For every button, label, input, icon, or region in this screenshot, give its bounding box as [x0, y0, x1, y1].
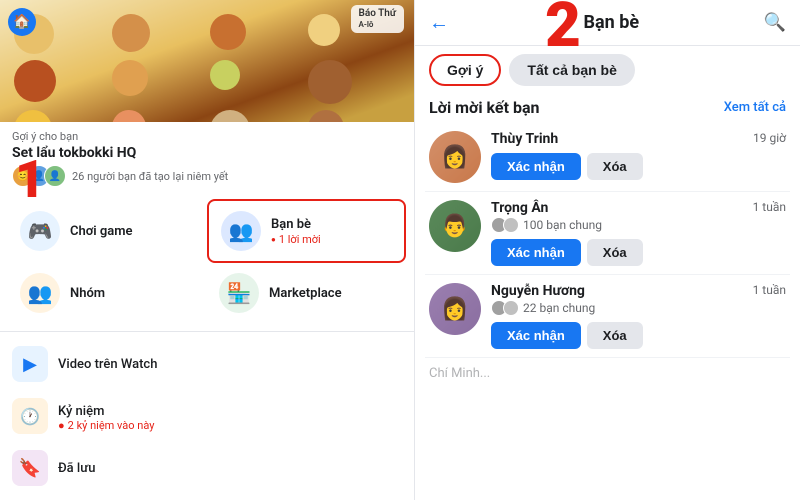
game-icon: 🎮 [20, 211, 60, 251]
tabs-row: Gợi ý Tất cả bạn bè [415, 46, 800, 94]
avatars-row: 😊 👤 👤 26 người bạn đã tạo lại niêm yết [12, 165, 402, 187]
mutual-av-2 [503, 217, 519, 233]
delete-nguyen-huong[interactable]: Xóa [587, 322, 643, 349]
time-nguyen-huong: 1 tuần [753, 283, 786, 297]
more-items-hint: Chí Minh... [425, 358, 790, 389]
delete-trong-an[interactable]: Xóa [587, 239, 643, 266]
avatar-thuy-trinh: 👩 [429, 131, 481, 183]
step-label-1: 1 [15, 154, 45, 206]
mini-avatar-3: 👤 [44, 165, 66, 187]
menu-grid: 🎮 Chơi game 👥 Bạn bè 1 lời mời 👥 Nhóm 🏪 … [0, 191, 414, 331]
time-trong-an: 1 tuần [753, 200, 786, 214]
friend-request-thuy-trinh: 👩 Thùy Trinh Xác nhận Xóa 19 giờ [425, 123, 790, 192]
menu-item-marketplace[interactable]: 🏪 Marketplace [207, 263, 406, 323]
name-thuy-trinh: Thùy Trinh [491, 131, 743, 147]
avatar-trong-an: 👨 [429, 200, 481, 252]
menu-label-marketplace: Marketplace [269, 286, 342, 301]
section-header: Lời mời kết bạn Xem tất cả [415, 94, 800, 123]
menu-item-ban-be[interactable]: 👥 Bạn bè 1 lời mời [207, 199, 406, 263]
food-ball-5 [14, 60, 56, 102]
groups-icon: 👥 [20, 273, 60, 313]
food-ball-4 [308, 14, 340, 46]
food-ball-11 [210, 110, 250, 122]
info-nguyen-huong: Nguyễn Hương 22 bạn chung Xác nhận Xóa [491, 283, 743, 349]
accept-nguyen-huong[interactable]: Xác nhận [491, 322, 581, 349]
card-info: Gợi ý cho bạn Set lẩu tokbokki HQ 😊 👤 👤 … [0, 122, 414, 191]
bottom-item-ky-niem[interactable]: 🕐 Kỷ niệm ● 2 kỷ niệm vào này [12, 390, 402, 442]
menu-label-game: Chơi game [70, 224, 133, 239]
menu-label-wrap-nhom: Nhóm [70, 286, 105, 301]
left-panel: Báo ThứA-lô 🏠 Gợi ý cho bạn Set lẩu tokb… [0, 0, 415, 500]
info-trong-an: Trọng Ân 100 bạn chung Xác nhận Xóa [491, 200, 743, 266]
home-icon: 🏠 [8, 8, 36, 36]
food-ball-7 [210, 60, 240, 90]
search-button[interactable]: 🔍 [764, 12, 786, 33]
delete-thuy-trinh[interactable]: Xóa [587, 153, 643, 180]
video-label: Video trên Watch [58, 357, 157, 372]
accept-thuy-trinh[interactable]: Xác nhận [491, 153, 581, 180]
food-image-area: Báo ThứA-lô 🏠 [0, 0, 414, 122]
food-brand-overlay: Báo ThứA-lô [351, 5, 404, 33]
food-ball-10 [112, 110, 146, 122]
name-nguyen-huong: Nguyễn Hương [491, 283, 743, 299]
menu-label-wrap-marketplace: Marketplace [269, 286, 342, 301]
right-header: ← Bạn bè 🔍 2 [415, 0, 800, 46]
ky-niem-badge: ● 2 kỷ niệm vào này [58, 419, 154, 432]
see-all-link[interactable]: Xem tất cả [724, 100, 786, 115]
section-title: Lời mời kết bạn [429, 98, 539, 117]
friends-badge: 1 lời mời [271, 233, 321, 246]
mutual-trong-an: 100 bạn chung [491, 217, 743, 233]
bottom-item-da-luu[interactable]: 🔖 Đã lưu [12, 442, 402, 494]
menu-label-wrap-game: Chơi game [70, 224, 133, 239]
avatar-nguyen-huong: 👩 [429, 283, 481, 335]
right-panel: ← Bạn bè 🔍 2 Gợi ý Tất cả bạn bè Lời mời… [415, 0, 800, 500]
food-ball-2 [112, 14, 150, 52]
left-bottom-items: ▶ Video trên Watch 🕐 Kỷ niệm ● 2 kỷ niệm… [0, 331, 414, 500]
card-title: Set lẩu tokbokki HQ [12, 145, 402, 161]
time-thuy-trinh: 19 giờ [753, 131, 786, 145]
mutual-avatars-nguyen-huong [491, 300, 519, 316]
friend-requests-list: 👩 Thùy Trinh Xác nhận Xóa 19 giờ 👨 Trọng… [415, 123, 800, 500]
mutual-nguyen-huong: 22 bạn chung [491, 300, 743, 316]
food-ball-12 [308, 110, 344, 122]
actions-nguyen-huong: Xác nhận Xóa [491, 322, 743, 349]
menu-item-nhom[interactable]: 👥 Nhóm [8, 263, 207, 323]
saved-icon: 🔖 [12, 450, 48, 486]
friend-request-nguyen-huong: 👩 Nguyễn Hương 22 bạn chung Xác nhận Xóa… [425, 275, 790, 358]
food-ball-6 [112, 60, 148, 96]
info-thuy-trinh: Thùy Trinh Xác nhận Xóa [491, 131, 743, 180]
memories-icon: 🕐 [12, 398, 48, 434]
actions-trong-an: Xác nhận Xóa [491, 239, 743, 266]
menu-label-nhom: Nhóm [70, 286, 105, 301]
friends-count: 26 người bạn đã tạo lại niêm yết [72, 170, 228, 183]
food-ball-3 [210, 14, 246, 50]
bottom-item-video[interactable]: ▶ Video trên Watch [12, 338, 402, 390]
menu-label-wrap-friends: Bạn bè 1 lời mời [271, 217, 321, 246]
food-ball-8 [308, 60, 352, 104]
friend-request-trong-an: 👨 Trọng Ân 100 bạn chung Xác nhận Xóa 1 … [425, 192, 790, 275]
goi-y-label: Gợi ý cho bạn [12, 130, 402, 143]
marketplace-icon: 🏪 [219, 273, 259, 313]
video-icon: ▶ [12, 346, 48, 382]
mutual-av-4 [503, 300, 519, 316]
mutual-avatars-trong-an [491, 217, 519, 233]
actions-thuy-trinh: Xác nhận Xóa [491, 153, 743, 180]
menu-label-friends: Bạn bè [271, 217, 321, 232]
step-label-2: 2 [545, 0, 581, 57]
food-ball-9 [14, 110, 52, 122]
ky-niem-label-wrap: Kỷ niệm ● 2 kỷ niệm vào này [58, 400, 154, 432]
ky-niem-label: Kỷ niệm [58, 404, 104, 419]
friends-icon: 👥 [221, 211, 261, 251]
saved-label: Đã lưu [58, 461, 95, 476]
back-button[interactable]: ← [429, 10, 449, 35]
tab-goi-y[interactable]: Gợi ý [429, 54, 501, 86]
accept-trong-an[interactable]: Xác nhận [491, 239, 581, 266]
name-trong-an: Trọng Ân [491, 200, 743, 216]
food-visual: Báo ThứA-lô [0, 0, 414, 122]
right-title: Bạn bè [459, 12, 764, 33]
